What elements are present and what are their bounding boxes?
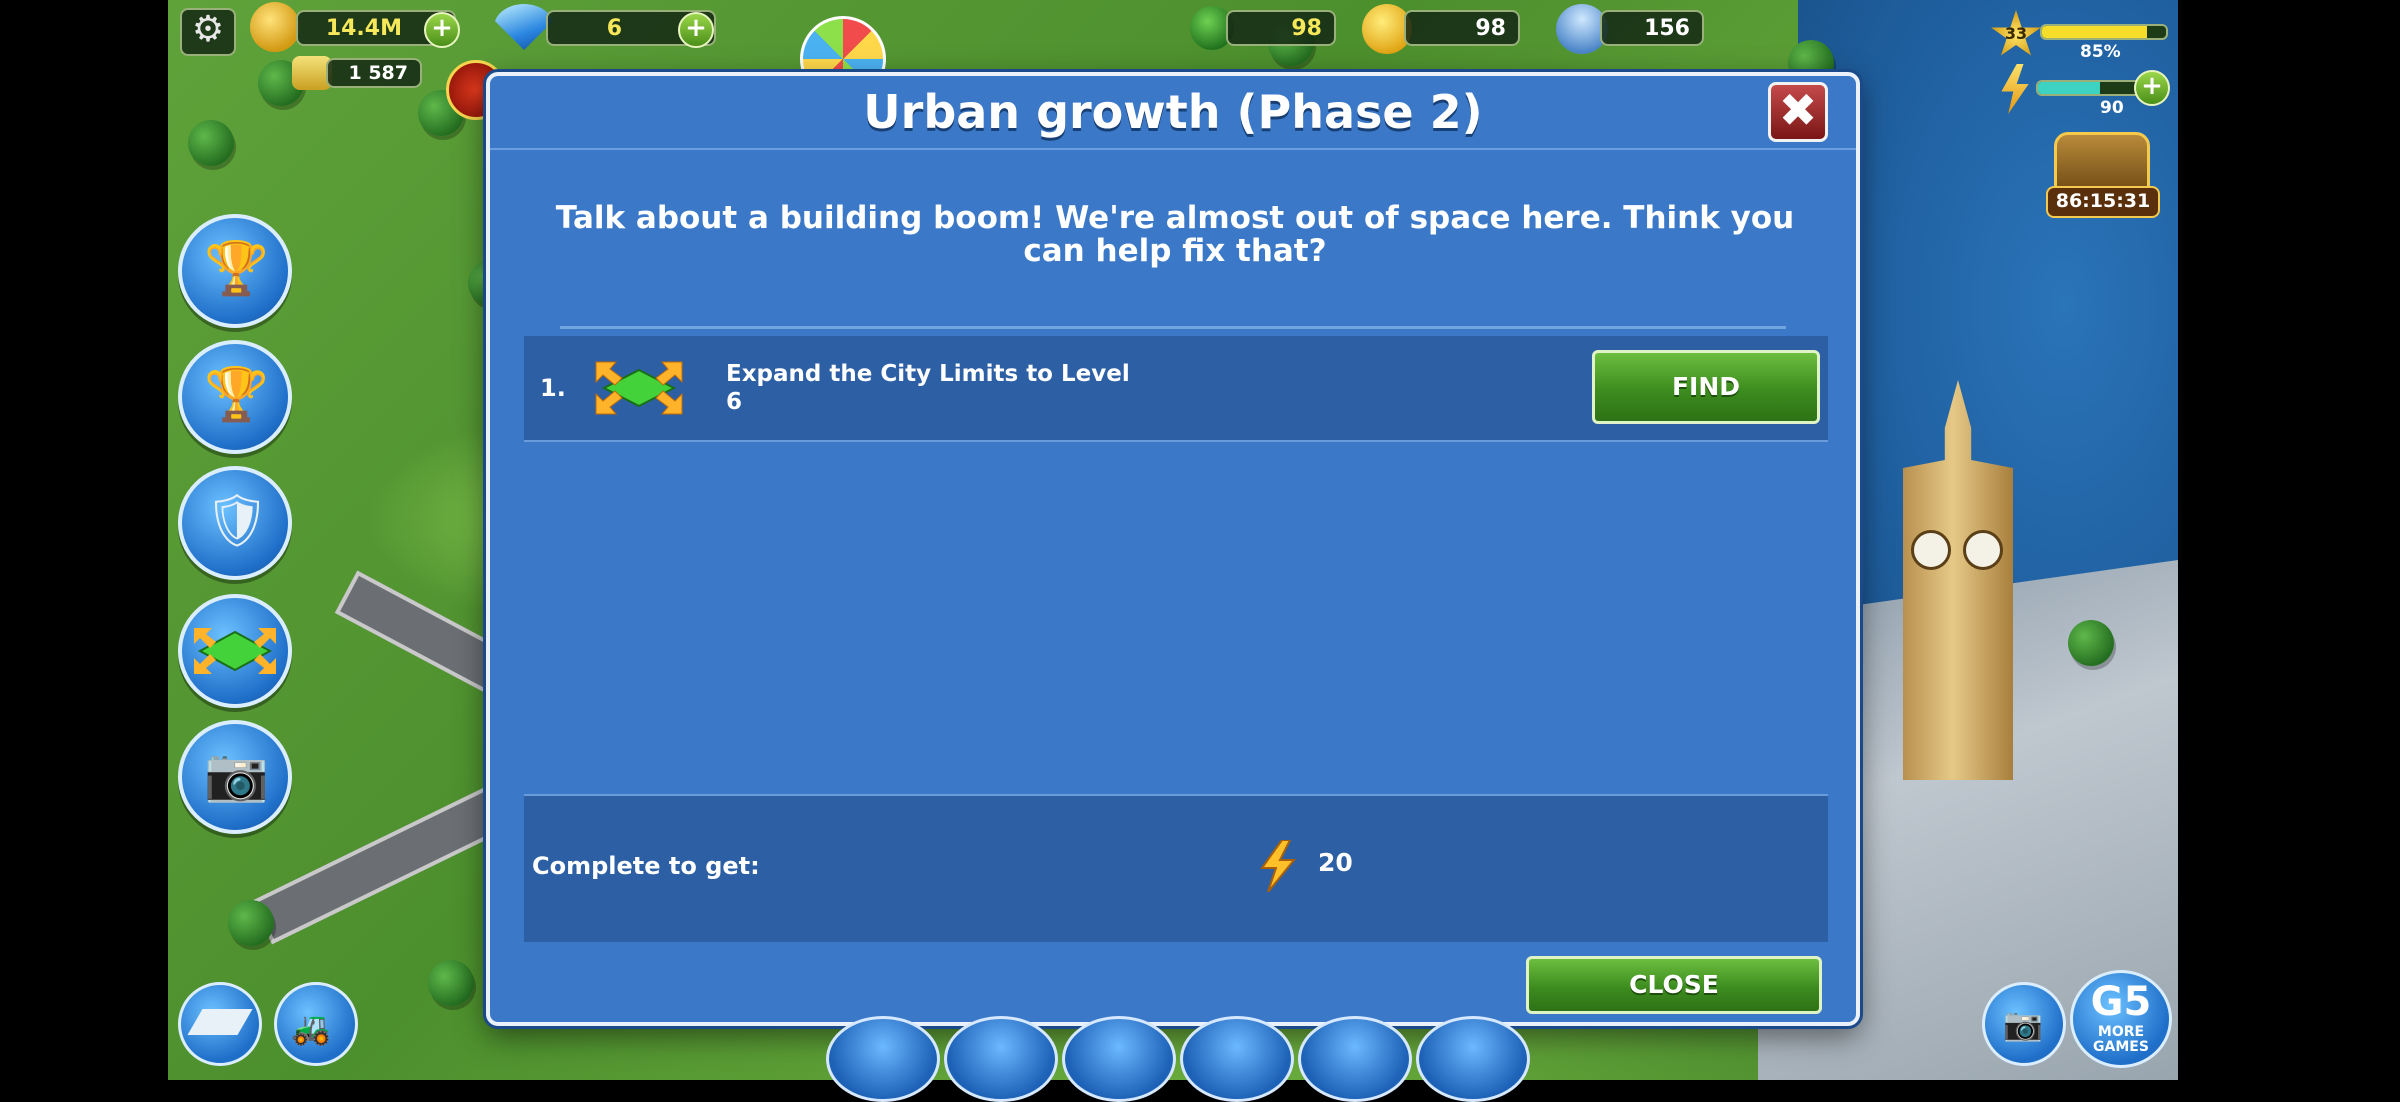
clock-face xyxy=(1911,530,1951,570)
bottom-menu-item[interactable] xyxy=(826,1016,940,1102)
quest-description: Talk about a building boom! We're almost… xyxy=(555,200,1795,269)
settings-button[interactable]: ⚙ xyxy=(180,8,236,56)
chest-timer: 86:15:31 xyxy=(2046,186,2160,218)
reward-value: 20 xyxy=(1318,848,1353,877)
goals-population-button[interactable]: 🏆 xyxy=(178,340,292,454)
expand-arrows-icon xyxy=(194,628,276,674)
camera-icon: 📷 xyxy=(204,745,269,805)
tree xyxy=(2068,620,2114,666)
quest-dialog: Urban growth (Phase 2) ✖ Talk about a bu… xyxy=(486,72,1860,1026)
bottom-menu-item[interactable] xyxy=(1416,1016,1530,1102)
close-icon: ✖ xyxy=(1778,83,1818,137)
expand-city-limits-icon xyxy=(595,361,683,415)
road-tile-icon xyxy=(187,1009,253,1035)
close-button[interactable]: CLOSE xyxy=(1526,956,1822,1014)
task-row: 1. Expand the City Limits to Level 6 FIN… xyxy=(524,336,1828,442)
add-energy-button[interactable]: + xyxy=(2134,70,2170,106)
divider xyxy=(560,326,1786,329)
clock-face xyxy=(1963,530,2003,570)
tree xyxy=(228,900,274,946)
dialog-title: Urban growth (Phase 2) xyxy=(490,76,1856,150)
trophy-tree-icon: 🏆 xyxy=(204,239,269,299)
secondary-currency-counter: 1 587 xyxy=(326,58,422,88)
add-gems-button[interactable]: + xyxy=(678,12,714,48)
trophy-people-icon: 🏆 xyxy=(204,365,269,425)
tree xyxy=(428,960,474,1006)
energy-bolt-icon xyxy=(1260,840,1297,892)
fire-safety-button[interactable]: 🛡 xyxy=(178,466,292,580)
screenshot-button[interactable]: 📷 xyxy=(1982,982,2066,1066)
bulldozer-icon: 🚜 xyxy=(291,1009,331,1047)
bulldozer-button[interactable]: 🚜 xyxy=(274,982,358,1066)
level-number: 33 xyxy=(2004,24,2028,43)
more-games-button[interactable]: G5 MORE GAMES xyxy=(2070,970,2172,1068)
energy-value: 90 xyxy=(2100,98,2124,118)
road xyxy=(251,783,513,945)
coins-icon xyxy=(250,2,300,52)
camera-icon: 📷 xyxy=(2003,1005,2043,1043)
bottom-menu-item[interactable] xyxy=(1062,1016,1176,1102)
task-number: 1. xyxy=(540,374,566,402)
more-games-label: MORE GAMES xyxy=(2093,1024,2149,1055)
population-counter: 156 xyxy=(1600,10,1704,46)
shield-fire-icon: 🛡 xyxy=(204,491,271,551)
happiness-counter: 98 xyxy=(1404,10,1520,46)
add-coins-button[interactable]: + xyxy=(424,12,460,48)
trees-counter: 98 xyxy=(1226,10,1336,46)
close-x-button[interactable]: ✖ xyxy=(1768,82,1828,142)
gear-icon: ⚙ xyxy=(191,9,225,50)
reward-panel: Complete to get: 20 xyxy=(524,794,1828,942)
photo-mode-button[interactable]: 📷 xyxy=(178,720,292,834)
g5-logo: G5 xyxy=(2090,979,2152,1025)
reward-label: Complete to get: xyxy=(532,852,760,880)
bottom-menu-item[interactable] xyxy=(1298,1016,1412,1102)
bottom-menu-item[interactable] xyxy=(944,1016,1058,1102)
xp-bar xyxy=(2040,24,2168,40)
road-build-button[interactable] xyxy=(178,982,262,1066)
tree xyxy=(188,120,234,166)
find-button[interactable]: FIND xyxy=(1592,350,1820,424)
task-text: Expand the City Limits to Level 6 xyxy=(726,361,1130,415)
expand-city-button[interactable] xyxy=(178,594,292,708)
xp-percent: 85% xyxy=(2080,42,2121,62)
energy-bar xyxy=(2036,80,2144,96)
bottom-menu-item[interactable] xyxy=(1180,1016,1294,1102)
goals-trees-button[interactable]: 🏆 xyxy=(178,214,292,328)
